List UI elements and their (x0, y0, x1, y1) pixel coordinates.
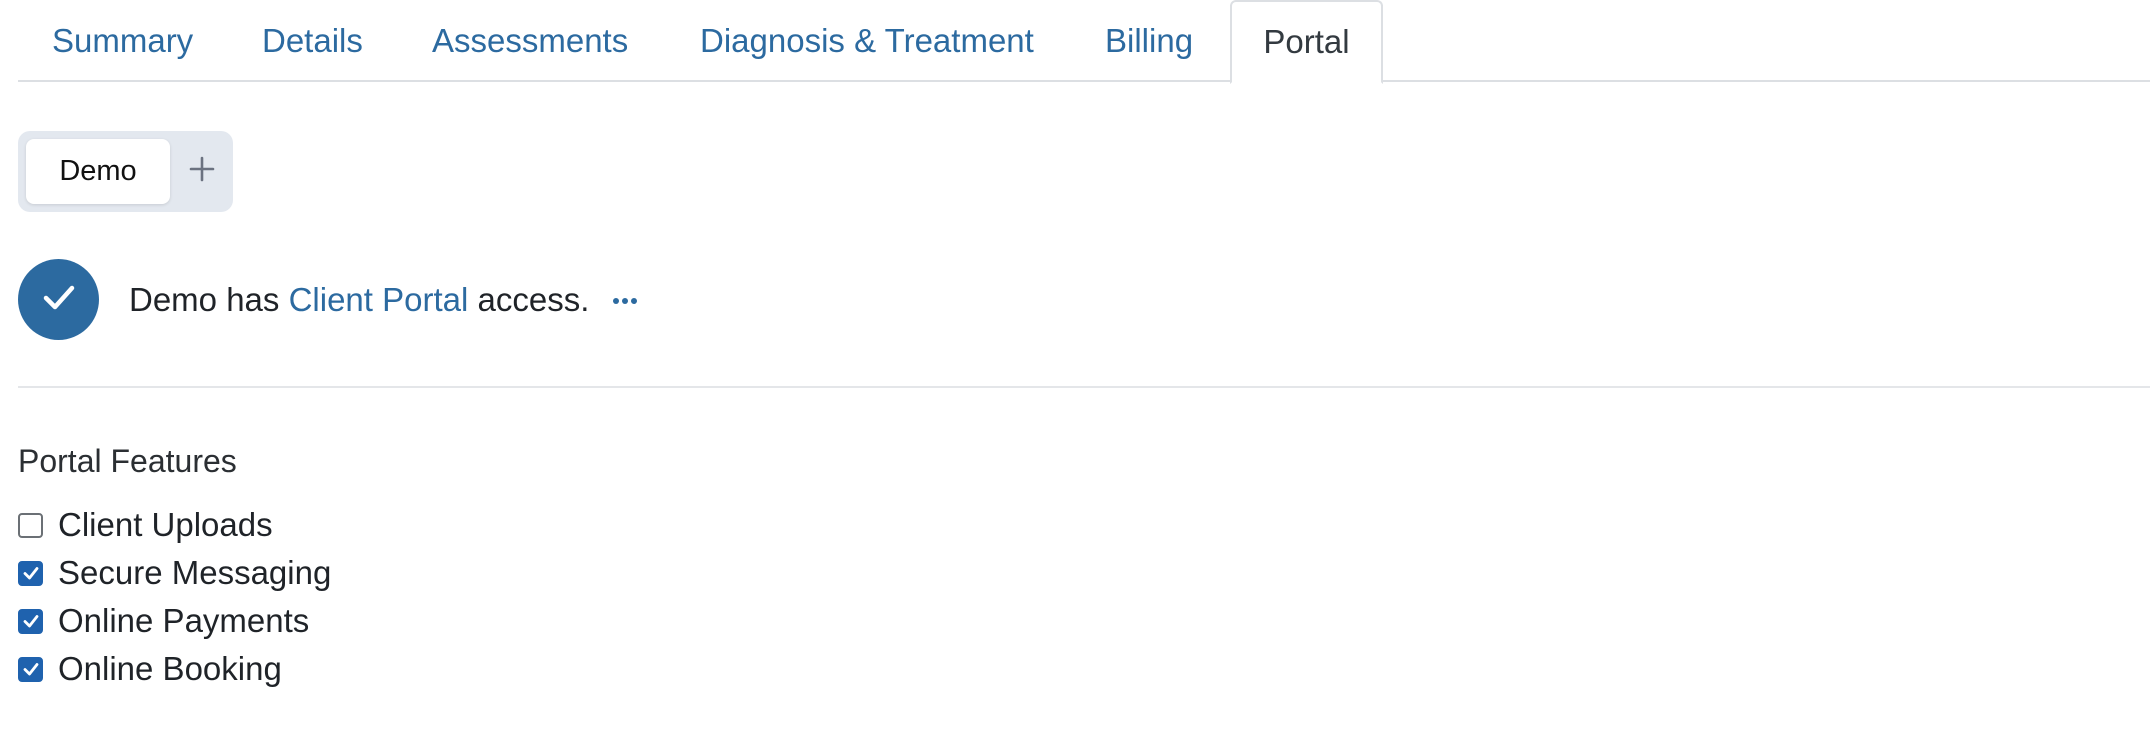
access-status-suffix: access. (468, 281, 590, 318)
access-status-indicator (18, 259, 99, 340)
more-horizontal-icon (612, 292, 638, 310)
tab-summary[interactable]: Summary (52, 0, 193, 82)
tab-diagnosis-treatment[interactable]: Diagnosis & Treatment (700, 0, 1034, 82)
add-client-button[interactable] (178, 143, 226, 200)
access-status-prefix: Demo has (129, 281, 289, 318)
feature-online-booking: Online Booking (18, 647, 282, 691)
checkbox-check-icon (23, 615, 38, 628)
tab-bar: Summary Details Assessments Diagnosis & … (18, 0, 2150, 84)
tab-portal[interactable]: Portal (1230, 0, 1383, 84)
feature-label[interactable]: Client Uploads (58, 506, 273, 544)
checkmark-icon (39, 277, 79, 322)
feature-secure-messaging: Secure Messaging (18, 551, 331, 595)
feature-label[interactable]: Online Payments (58, 602, 309, 640)
tab-assessments[interactable]: Assessments (432, 0, 628, 82)
secure-messaging-checkbox[interactable] (18, 560, 43, 586)
tab-billing[interactable]: Billing (1105, 0, 1193, 82)
more-options-button[interactable] (608, 284, 642, 318)
client-selector: Demo (18, 131, 233, 212)
client-uploads-checkbox[interactable] (18, 512, 43, 538)
client-portal-link[interactable]: Client Portal (289, 281, 469, 318)
online-payments-checkbox[interactable] (18, 608, 43, 634)
client-pill-demo[interactable]: Demo (26, 139, 170, 204)
client-portal-page: Summary Details Assessments Diagnosis & … (0, 0, 2150, 730)
portal-features-title: Portal Features (18, 443, 237, 479)
tab-details[interactable]: Details (262, 0, 363, 82)
feature-online-payments: Online Payments (18, 599, 309, 643)
feature-label[interactable]: Secure Messaging (58, 554, 331, 592)
online-booking-checkbox[interactable] (18, 656, 43, 682)
access-status-text: Demo has Client Portal access. (129, 280, 589, 320)
checkbox-check-icon (23, 663, 38, 676)
section-divider (18, 386, 2150, 388)
checkbox-check-icon (23, 567, 38, 580)
plus-icon (189, 156, 215, 187)
feature-client-uploads: Client Uploads (18, 503, 273, 547)
feature-label[interactable]: Online Booking (58, 650, 282, 688)
